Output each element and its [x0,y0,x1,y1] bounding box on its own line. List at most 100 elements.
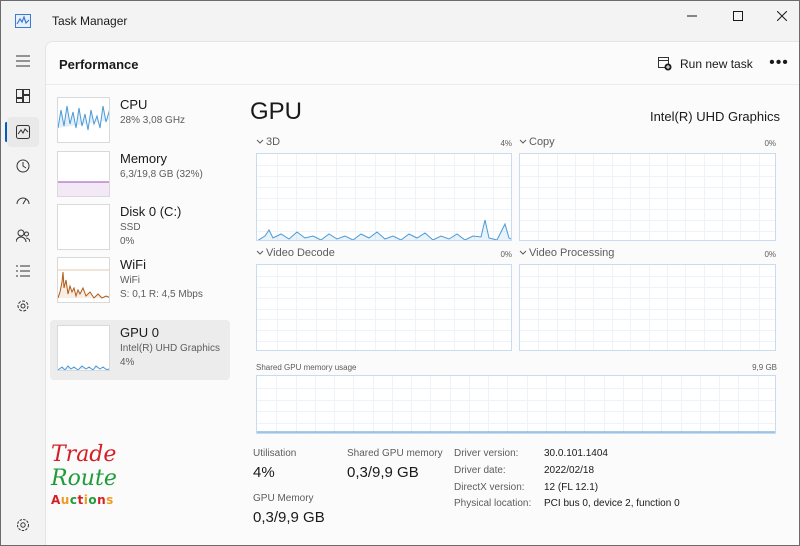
nav-performance[interactable] [7,117,39,147]
nav-processes[interactable] [7,81,39,111]
sidebar-name: Memory [120,151,167,166]
engine-percent: 0% [764,250,776,259]
nav-details[interactable] [7,256,39,286]
sidebar-name: Disk 0 (C:) [120,204,182,219]
logo-letter: A [51,493,61,507]
sidebar-name: WiFi [120,257,146,272]
driver-date-value: 2022/02/18 [544,465,595,476]
services-icon [17,300,29,312]
shared-memory-max: 9,9 GB [752,363,777,372]
directx-version-label: DirectX version: [454,482,525,493]
run-new-task-button[interactable]: Run new task [658,53,753,75]
maximize-button[interactable] [715,1,761,31]
sidebar-detail-2: 4% [120,357,135,368]
users-icon [16,229,30,243]
engine-percent: 0% [500,250,512,259]
gpu-model-name: Intel(R) UHD Graphics [649,109,780,124]
logo-line-1: Trade [51,442,117,467]
logo-letter: n [97,493,107,507]
nav-users[interactable] [7,221,39,251]
graph-video-decode [256,264,512,351]
engine-selector-3d[interactable]: 3D [256,136,280,148]
sidebar-detail-2: S: 0,1 R: 4,5 Mbps [120,289,203,300]
sidebar-item-wifi[interactable]: WiFi WiFi S: 0,1 R: 4,5 Mbps [50,252,230,312]
settings-icon [17,519,29,531]
content-area: Performance Run new task ••• CPU 28% 3,0… [45,41,799,545]
logo-letter: s [106,493,114,507]
engine-name: Video Processing [529,247,615,259]
physical-location-label: Physical location: [454,498,532,509]
logo-letter: o [88,493,98,507]
chevron-down-icon [519,139,527,144]
gpu-memory-value: 0,3/9,9 GB [253,509,325,526]
engine-selector-copy[interactable]: Copy [519,136,555,148]
task-manager-app-icon [15,14,31,28]
page-header: Performance Run new task ••• [46,42,799,85]
utilisation-value: 4% [253,464,275,481]
run-task-icon [658,57,672,71]
gpu-memory-label: GPU Memory [253,493,314,504]
driver-version-value: 30.0.101.1404 [544,448,608,459]
chevron-down-icon [256,139,264,144]
disk-thumbnail [57,204,110,250]
utilisation-label: Utilisation [253,448,297,459]
details-icon [16,265,30,277]
sidebar-item-disk[interactable]: Disk 0 (C:) SSD 0% [50,199,230,259]
cpu-thumbnail [57,97,110,143]
engine-percent: 4% [500,139,512,148]
close-button[interactable] [759,1,799,31]
title-bar: Task Manager [1,1,799,41]
engine-selector-video-processing[interactable]: Video Processing [519,247,614,259]
shared-memory-label: Shared GPU memory [347,448,443,459]
logo-line-2: Route [51,466,117,491]
more-options-icon: ••• [769,54,789,71]
sidebar-detail: WiFi [120,275,140,286]
engine-name: Video Decode [266,247,335,259]
window-title: Task Manager [52,14,128,28]
hamburger-button[interactable] [7,46,39,76]
shared-memory-value: 0,3/9,9 GB [347,464,419,481]
engine-percent: 0% [764,139,776,148]
run-new-task-label: Run new task [680,57,753,71]
sidebar-name: CPU [120,97,148,112]
graph-shared-memory [256,375,776,434]
graph-copy [519,153,776,241]
sidebar-item-cpu[interactable]: CPU 28% 3,08 GHz [50,92,230,152]
sidebar-item-gpu[interactable]: GPU 0 Intel(R) UHD Graphics 4% [50,320,230,380]
physical-location-value: PCI bus 0, device 2, function 0 [544,498,680,509]
sidebar-detail: SSD [120,222,141,233]
directx-version-value: 12 (FL 12.1) [544,482,599,493]
logo-line-3: Auctions [51,494,131,506]
nav-startup-apps[interactable] [7,186,39,216]
chevron-down-icon [256,250,264,255]
sidebar-item-memory[interactable]: Memory 6,3/19,8 GB (32%) [50,146,230,206]
close-icon [777,11,787,21]
hamburger-icon [16,55,30,67]
startup-icon [16,197,30,205]
maximize-icon [733,11,743,21]
nav-settings[interactable] [7,510,39,540]
processes-icon [16,89,30,103]
history-icon [16,159,30,173]
page-title: Performance [59,57,139,72]
graph-3d [256,153,512,241]
driver-version-label: Driver version: [454,448,519,459]
wifi-thumbnail [57,257,110,303]
engine-name: Copy [529,136,555,148]
sidebar-detail-2: 0% [120,236,135,247]
gpu-title: GPU [250,98,303,125]
more-options-button[interactable]: ••• [768,52,790,74]
driver-date-label: Driver date: [454,465,506,476]
sidebar-detail: Intel(R) UHD Graphics [120,343,221,354]
minimize-button[interactable] [669,1,715,31]
nav-services[interactable] [7,291,39,321]
nav-app-history[interactable] [7,151,39,181]
engine-name: 3D [266,136,281,148]
engine-selector-video-decode[interactable]: Video Decode [256,247,335,259]
chevron-down-icon [519,250,527,255]
task-manager-window: Task Manager Performance Run new task ••… [0,0,800,546]
sidebar-detail: 6,3/19,8 GB (32%) [120,169,203,180]
graph-video-processing [519,264,776,351]
logo-letter: u [60,493,70,507]
sidebar-name: GPU 0 [120,325,160,340]
